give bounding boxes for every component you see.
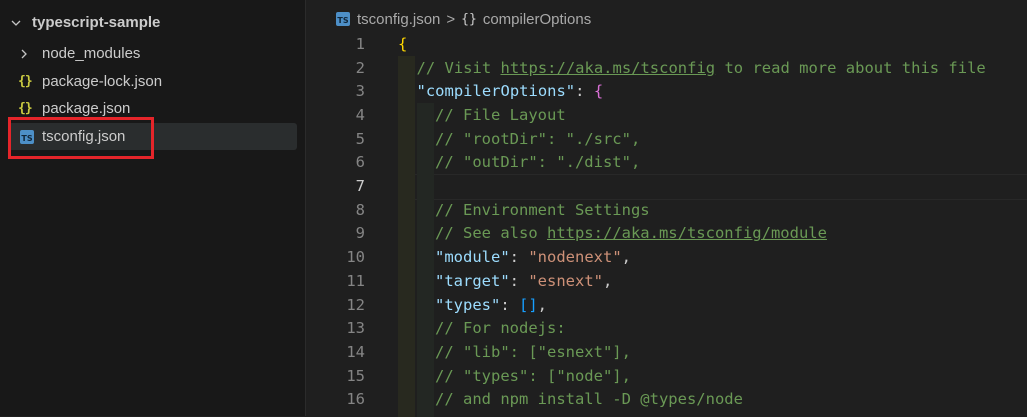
line-number: 4 <box>355 105 365 124</box>
code-token: // and npm install -D @types/node <box>435 390 743 409</box>
line-text: // "rootDir": "./src", <box>435 130 640 148</box>
line-number: 12 <box>346 295 365 314</box>
code-line: 3 "compilerOptions": { <box>306 79 1027 103</box>
explorer-item-package-lock[interactable]: {} package-lock.json <box>18 68 307 95</box>
code-link[interactable]: https://aka.ms/tsconfig <box>501 59 716 77</box>
json-file-icon: {} <box>18 101 33 116</box>
braces-icon: {} <box>461 11 477 27</box>
code-token: : <box>509 248 529 267</box>
code-token: "esnext" <box>528 271 603 290</box>
code-line: 2 // Visit https://aka.ms/tsconfig to rea… <box>306 56 1027 80</box>
code-token: // File Layout <box>435 105 566 124</box>
explorer-item-label: node_modules <box>42 45 141 62</box>
code-line: 12 "types": [], <box>306 293 1027 317</box>
line-number: 13 <box>346 319 365 338</box>
line-text: "target": "esnext", <box>435 272 612 290</box>
code-token: "nodenext" <box>528 248 622 267</box>
code-token: : <box>509 271 529 290</box>
explorer-root-label: typescript-sample <box>32 14 161 31</box>
line-text: "module": "nodenext", <box>435 248 631 266</box>
typescript-file-icon: TS <box>336 12 350 26</box>
code-editor[interactable]: 1{2// Visit https://aka.ms/tsconfig to r… <box>306 32 1027 417</box>
explorer-item-node-modules[interactable]: node_modules <box>16 40 305 67</box>
line-number: 8 <box>355 200 365 219</box>
line-number: 16 <box>346 390 365 409</box>
code-token: "module" <box>435 248 510 267</box>
code-token: // "types": ["node"], <box>435 366 631 385</box>
highlight-box <box>8 117 154 159</box>
line-number: 14 <box>346 342 365 361</box>
code-token: { <box>398 34 408 53</box>
code-line: 15 // "types": ["node"], <box>306 364 1027 388</box>
line-text: // "outDir": "./dist", <box>435 153 640 171</box>
code-line: 8 // Environment Settings <box>306 198 1027 222</box>
code-line: 13 // For nodejs: <box>306 316 1027 340</box>
explorer-item-label: package-lock.json <box>42 73 163 90</box>
code-line: 5 // "rootDir": "./src", <box>306 127 1027 151</box>
line-text: "types": [], <box>435 296 547 314</box>
code-line: 1{ <box>306 32 1027 56</box>
code-token: : <box>575 82 594 101</box>
line-number: 7 <box>355 177 365 196</box>
code-link[interactable]: https://aka.ms/tsconfig/module <box>547 224 827 242</box>
chevron-right-icon: > <box>446 10 456 28</box>
line-text: // "types": ["node"], <box>435 367 631 385</box>
line-number: 1 <box>355 34 365 53</box>
line-number: 10 <box>346 248 365 267</box>
code-token: // "rootDir": "./src", <box>435 129 641 148</box>
code-token: , <box>621 248 631 267</box>
code-token: "types" <box>435 295 501 314</box>
line-number: 11 <box>346 271 365 290</box>
code-token: [] <box>519 295 538 314</box>
code-token: // "outDir": "./dist", <box>435 153 641 172</box>
code-token: , <box>602 271 613 290</box>
code-token: : <box>500 295 519 314</box>
code-token: // Environment Settings <box>435 200 650 219</box>
code-line: 16 // and npm install -D @types/node <box>306 388 1027 412</box>
line-number: 2 <box>355 58 365 77</box>
line-text: // Environment Settings <box>435 201 650 219</box>
code-token: , <box>537 295 548 314</box>
chevron-right-icon <box>16 48 32 60</box>
line-text: // See also https://aka.ms/tsconfig/modu… <box>435 224 827 242</box>
json-file-icon: {} <box>18 74 33 89</box>
line-number: 5 <box>355 129 365 148</box>
line-number: 6 <box>355 153 365 172</box>
code-token: // Visit <box>416 58 501 77</box>
line-text: // and npm install -D @types/node <box>435 390 743 408</box>
code-line: 4 // File Layout <box>306 103 1027 127</box>
code-token: to read more about this file <box>715 58 986 77</box>
code-line: 6 // "outDir": "./dist", <box>306 151 1027 175</box>
line-number: 15 <box>346 366 365 385</box>
line-number: 3 <box>355 82 365 101</box>
line-text: "compilerOptions": { <box>417 82 604 100</box>
breadcrumb: TS tsconfig.json > {} compilerOptions <box>336 8 591 30</box>
code-line: 10 "module": "nodenext", <box>306 245 1027 269</box>
code-token: // "lib": ["esnext"], <box>435 342 631 361</box>
line-text: // Visit https://aka.ms/tsconfig to read… <box>417 59 986 77</box>
explorer-item-label: package.json <box>42 100 131 117</box>
code-line: 11 "target": "esnext", <box>306 269 1027 293</box>
code-line: 14 // "lib": ["esnext"], <box>306 340 1027 364</box>
explorer-root-folder[interactable]: typescript-sample <box>8 9 297 36</box>
code-token: // For nodejs: <box>435 319 566 338</box>
chevron-down-icon <box>8 17 24 29</box>
code-token: "target" <box>435 271 510 290</box>
line-text: // For nodejs: <box>435 319 566 337</box>
code-token: "compilerOptions" <box>416 82 576 101</box>
code-token: { <box>593 82 604 101</box>
line-text: { <box>398 35 407 53</box>
breadcrumb-file[interactable]: tsconfig.json <box>357 11 440 28</box>
code-line: 7 <box>306 174 1027 198</box>
code-line: 9 // See also https://aka.ms/tsconfig/mod… <box>306 222 1027 246</box>
line-number: 9 <box>355 224 365 243</box>
explorer-sidebar: typescript-sample node_modules {} packag… <box>0 0 305 416</box>
line-text: // File Layout <box>435 106 566 124</box>
line-text: // "lib": ["esnext"], <box>435 343 631 361</box>
code-token: // See also <box>435 224 547 243</box>
breadcrumb-symbol[interactable]: compilerOptions <box>483 11 591 28</box>
